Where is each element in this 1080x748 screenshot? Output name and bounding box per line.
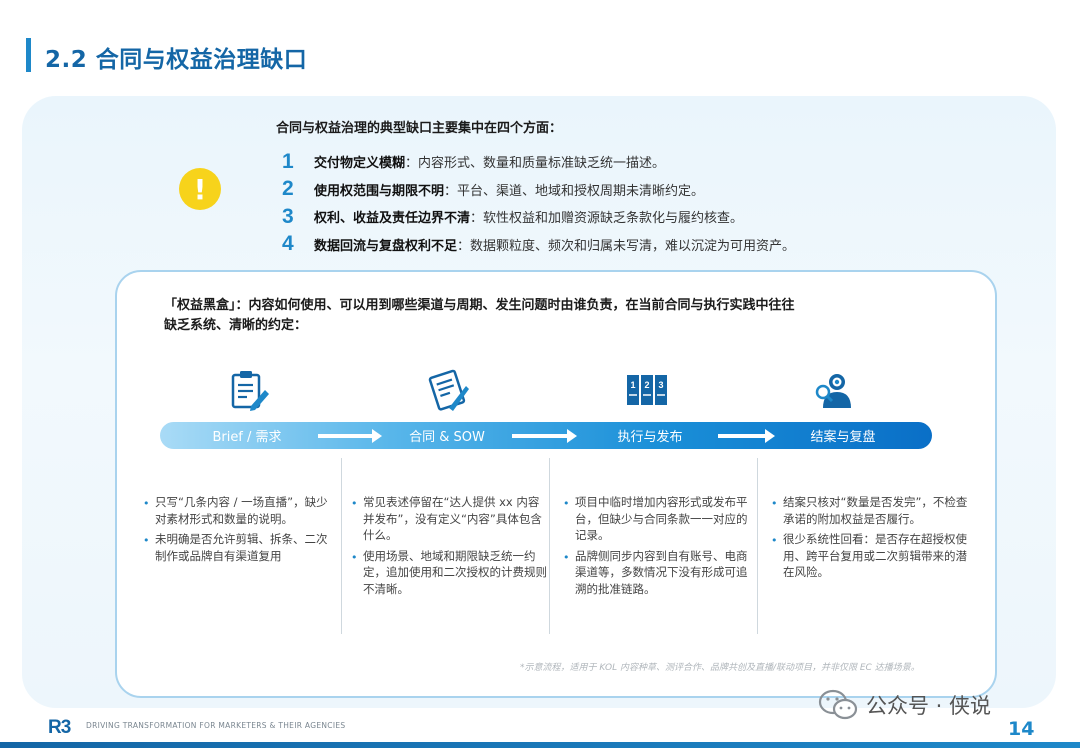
stage-column-brief: • 只写“几条内容 / 一场直播”，缺少对素材形式和数量的说明。 • 未明确是否允许… [143,494,336,568]
point-body: ：内容形式、数量和质量标准缺乏统一描述。 [405,156,666,172]
bullet-icon: • [143,534,150,547]
wechat-account-name: 公众号 · 侠说 [866,694,992,718]
wechat-watermark: 公众号 · 侠说 [818,688,991,722]
svg-text:2: 2 [644,380,649,390]
svg-text:1: 1 [630,380,635,390]
svg-text:3: 3 [658,380,663,390]
gap-point: 3 权利、收益及责任边界不清 ：软性权益和加赠资源缺乏条款化与履约核查。 [282,203,922,231]
flow-arrow-shaft [512,434,568,438]
point-number: 4 [282,232,294,256]
list-item: • 很少系统性回看：是否存在超授权使用、跨平台复用或二次剪辑带来的潜在风险。 [771,532,967,579]
gap-point: 2 使用权范围与期限不明 ：平台、渠道、地域和授权周期未清晰约定。 [282,176,922,204]
list-item: • 未明确是否允许剪辑、拆条、二次制作或品牌自有渠道复用 [143,532,328,563]
numbered-steps-icon: 1 2 3 [627,375,667,405]
gap-points-list: 1 交付物定义模糊 ：内容形式、数量和质量标准缺乏统一描述。 2 使用权范围与期… [282,148,922,258]
bullet-icon: • [143,497,150,510]
wechat-icon [818,689,858,720]
stage-label: Brief / 需求 [212,430,282,445]
contract-icon [428,369,469,411]
stage-column-review: • 结案只核对“数量是否发完”，不检查承诺的附加权益是否履行。 • 很少系统性回看：… [771,494,971,585]
blackbox-description: 「权益黑盒」：内容如何使用、可以用到哪些渠道与周期、发生问题时由谁负责，在当前合… [164,296,884,336]
point-number: 2 [282,177,294,201]
intro-text: 合同与权益治理的典型缺口主要集中在四个方面： [276,121,563,136]
point-body: ：数据颗粒度、频次和归属未写清，难以沉淀为可用资产。 [457,238,796,254]
point-number: 1 [282,149,294,173]
blackbox-line: 缺乏系统、清晰的约定： [164,318,308,333]
stage-label: 结案与复盘 [810,430,876,445]
gap-point: 4 数据回流与复盘权利不足 ：数据颗粒度、频次和归属未写清，难以沉淀为可用资产。 [282,231,922,259]
list-item: • 常见表述停留在“达人提供 xx 内容并发布”，没有定义“内容”具体包含什么。 [351,495,542,542]
point-body: ：平台、渠道、地域和授权周期未清晰约定。 [444,183,705,199]
footer-rule [0,742,1080,748]
review-person-icon [815,374,851,408]
bullet-icon: • [563,497,570,510]
point-heading: 交付物定义模糊 [314,156,406,172]
page-number: 14 [1008,718,1035,740]
list-item: • 项目中临时增加内容形式或发布平台，但缺少与合同条款一一对应的记录。 [563,495,748,542]
bullet-icon: • [771,534,778,547]
point-heading: 数据回流与复盘权利不足 [314,238,458,254]
column-divider [549,458,550,634]
point-heading: 使用权范围与期限不明 [314,183,445,199]
footer-tagline: DRIVING TRANSFORMATION FOR MARKETERS & T… [86,721,346,730]
stage-label: 合同 & SOW [409,430,485,445]
blackbox-line: 「权益黑盒」：内容如何使用、可以用到哪些渠道与周期、发生问题时由谁负责，在当前合… [164,298,795,313]
r3-logo: R3 [48,717,71,738]
bullet-icon: • [771,497,778,510]
bullet-icon: • [351,497,358,510]
footnote: *示意流程，适用于 KOL 内容种草、测评合作、品牌共创及直播/联动项目，并非仅… [520,663,920,673]
flow-arrow-shaft [718,434,766,438]
list-item: • 结案只核对“数量是否发完”，不检查承诺的附加权益是否履行。 [771,495,968,526]
clipboard-icon [231,371,269,411]
warning-icon: ! [179,168,221,210]
stage-column-execution: • 项目中临时增加内容形式或发布平台，但缺少与合同条款一一对应的记录。 • 品牌侧同… [563,494,753,601]
page-title: 2.2 合同与权益治理缺口 [45,47,308,73]
point-heading: 权利、收益及责任边界不清 [314,211,471,227]
flow-arrow-shaft [318,434,373,438]
column-divider [757,458,758,634]
list-item: • 只写“几条内容 / 一场直播”，缺少对素材形式和数量的说明。 [143,495,328,526]
point-body: ：软性权益和加赠资源缺乏条款化与履约核查。 [470,211,744,227]
list-item: • 使用场景、地域和期限缺乏统一约定，追加使用和二次授权的计费规则不清晰。 [351,548,547,596]
list-item: • 品牌侧同步内容到自有账号、电商渠道等，多数情况下没有形成可追溯的批准链路。 [563,548,748,596]
flow-arrow-icon [372,429,382,443]
flow-arrow-icon [765,429,775,443]
title-accent-bar [26,38,31,72]
bullet-icon: • [563,550,570,564]
point-number: 3 [282,204,294,228]
flow-arrow-icon [567,429,577,443]
bullet-icon: • [351,550,358,564]
stage-label: 执行与发布 [617,430,683,445]
gap-point: 1 交付物定义模糊 ：内容形式、数量和质量标准缺乏统一描述。 [282,148,922,176]
stage-column-contract: • 常见表述停留在“达人提供 xx 内容并发布”，没有定义“内容”具体包含什么。 … [351,494,548,601]
column-divider [341,458,342,634]
